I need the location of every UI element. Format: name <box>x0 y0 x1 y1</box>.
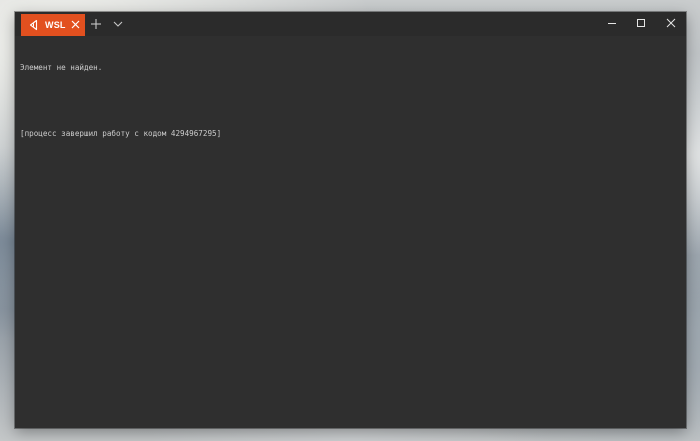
terminal-arrow-icon <box>29 19 38 31</box>
maximize-icon[interactable] <box>634 16 648 30</box>
terminal-line: Элемент не найден. <box>20 63 103 72</box>
terminal-window: WSL Элемент не найден. [процесс завершил <box>15 12 686 428</box>
plus-icon[interactable] <box>89 17 103 31</box>
tab-close-icon[interactable] <box>70 19 81 30</box>
tab-label: WSL <box>45 20 66 30</box>
terminal-line: [процесс завершил работу с кодом 4294967… <box>20 129 222 138</box>
close-icon[interactable] <box>664 16 678 30</box>
minimize-icon[interactable] <box>605 16 619 30</box>
title-bar[interactable]: WSL <box>15 12 686 36</box>
tab-wsl[interactable]: WSL <box>21 14 85 36</box>
terminal-output[interactable]: Элемент не найден. [процесс завершил раб… <box>20 40 680 420</box>
chevron-down-icon[interactable] <box>112 18 124 30</box>
